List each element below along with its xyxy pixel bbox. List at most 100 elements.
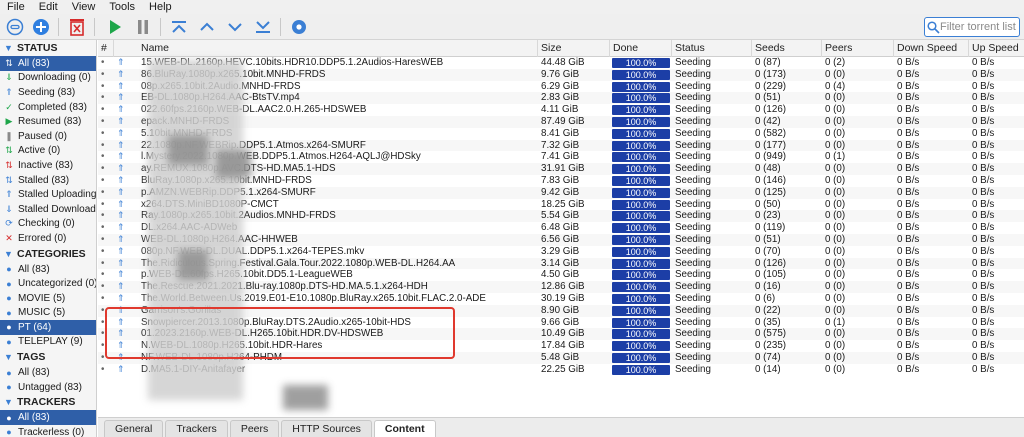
move-down-button[interactable]: [224, 17, 246, 37]
downloading-icon: ⇓: [5, 72, 13, 83]
sidebar-item-label: MOVIE (5): [18, 292, 66, 304]
col-status[interactable]: Status: [672, 40, 752, 57]
sidebar-category-item-5[interactable]: ● TELEPLAY (9): [0, 335, 96, 350]
sidebar-category-item-1[interactable]: ● Uncategorized (0): [0, 276, 96, 291]
completed-icon: ✓: [5, 101, 13, 112]
torrent-seeds: 0 (177): [755, 139, 787, 151]
sidebar-status-item-10[interactable]: ⇓ Stalled Download: [0, 202, 96, 217]
col-up-speed[interactable]: Up Speed: [969, 40, 1024, 57]
sidebar-category-item-3[interactable]: ● MUSIC (5): [0, 306, 96, 321]
progress-bar: 100.0%: [610, 151, 672, 163]
sidebar-status-item-8[interactable]: ⇅ Stalled (83): [0, 173, 96, 188]
torrent-up-speed: 0 B/s: [972, 92, 995, 104]
sidebar-status-item-3[interactable]: ✓ Completed (83): [0, 100, 96, 115]
torrent-down-speed: 0 B/s: [897, 281, 920, 293]
toolbar: [0, 14, 1024, 40]
torrent-down-speed: 0 B/s: [897, 293, 920, 304]
seeding-icon: ⇑: [117, 316, 125, 327]
move-up-button[interactable]: [196, 17, 218, 37]
categories-header[interactable]: ▼ CATEGORIES: [0, 246, 96, 262]
menu-file[interactable]: File: [0, 0, 32, 14]
row-index-dot: •: [101, 175, 105, 186]
col-peers[interactable]: Peers: [822, 40, 894, 57]
torrent-size: 18.25 GiB: [541, 198, 585, 210]
sidebar-category-item-2[interactable]: ● MOVIE (5): [0, 291, 96, 306]
menu-view[interactable]: View: [65, 0, 103, 14]
sidebar-category-item-0[interactable]: ● All (83): [0, 262, 96, 277]
torrent-up-speed: 0 B/s: [972, 116, 995, 127]
sidebar-tracker-item-0[interactable]: ● All (83): [0, 410, 96, 426]
sidebar-status-item-9[interactable]: ⇑ Stalled Uploading: [0, 187, 96, 202]
menu-edit[interactable]: Edit: [32, 0, 65, 14]
sidebar-status-item-4[interactable]: ▶ Resumed (83): [0, 114, 96, 129]
sidebar-item-label: Errored (0): [18, 232, 67, 244]
col-done[interactable]: Done: [610, 40, 672, 57]
col-down-speed[interactable]: Down Speed: [894, 40, 969, 57]
progress-bar: 100.0%: [610, 199, 672, 211]
trackers-header[interactable]: ▼ TRACKERS: [0, 394, 96, 410]
tab-general[interactable]: General: [104, 420, 164, 437]
torrent-size: 2.83 GiB: [541, 92, 580, 104]
torrent-up-speed: 0 B/s: [972, 175, 995, 186]
sidebar-status-item-2[interactable]: ⇑ Seeding (83): [0, 85, 96, 100]
move-bottom-button[interactable]: [252, 17, 274, 37]
torrent-peers: 0 (0): [825, 245, 846, 257]
add-link-button[interactable]: [4, 17, 26, 37]
tab-peers[interactable]: Peers: [229, 420, 280, 437]
progress-label: 100.0%: [612, 128, 670, 139]
sidebar-tag-item-0[interactable]: ● All (83): [0, 365, 96, 380]
torrent-size: 8.90 GiB: [541, 304, 580, 316]
delete-button[interactable]: [66, 17, 88, 37]
sidebar-status-item-7[interactable]: ⇅ Inactive (83): [0, 158, 96, 173]
progress-bar: 100.0%: [610, 187, 672, 199]
col-size[interactable]: Size: [538, 40, 610, 57]
add-torrent-button[interactable]: [30, 17, 52, 37]
stalled-uploading-icon: ⇑: [5, 189, 13, 200]
pause-button[interactable]: [132, 17, 154, 37]
menu-tools[interactable]: Tools: [102, 0, 142, 14]
tab-content[interactable]: Content: [373, 420, 436, 437]
col-seeds[interactable]: Seeds: [752, 40, 822, 57]
status-header[interactable]: ▼ STATUS: [0, 40, 96, 56]
progress-bar: 100.0%: [610, 281, 672, 293]
sidebar-tag-item-1[interactable]: ● Untagged (83): [0, 380, 96, 395]
torrent-status: Seeding: [675, 175, 711, 186]
tab-trackers[interactable]: Trackers: [165, 420, 228, 437]
tracker-icon: ●: [6, 427, 12, 437]
sidebar-item-label: Trackerless (0): [18, 426, 85, 437]
row-index-dot: •: [101, 245, 105, 257]
menu-help[interactable]: Help: [142, 0, 179, 14]
col-name[interactable]: Name: [114, 40, 538, 57]
stalled-downloading-icon: ⇓: [5, 203, 13, 214]
sidebar-status-item-5[interactable]: ❚ Paused (0): [0, 129, 96, 144]
torrent-peers: 0 (0): [825, 257, 846, 269]
sidebar-item-label: MUSIC (5): [18, 307, 66, 319]
table-header: # Name Size Done Status Seeds Peers Down…: [98, 40, 1024, 57]
filter-input[interactable]: [940, 21, 1016, 33]
sidebar-tracker-item-1[interactable]: ● Trackerless (0): [0, 425, 96, 437]
sidebar-status-item-1[interactable]: ⇓ Downloading (0): [0, 71, 96, 86]
seeding-icon: ⇑: [117, 198, 125, 209]
chevron-up-icon: [200, 22, 214, 31]
sidebar-item-label: All (83): [18, 57, 50, 69]
progress-label: 100.0%: [612, 117, 670, 127]
tab-http-sources[interactable]: HTTP Sources: [281, 420, 372, 437]
sidebar-status-item-11[interactable]: ⟳ Checking (0): [0, 217, 96, 232]
sidebar-category-item-4[interactable]: ● PT (64): [0, 320, 96, 335]
progress-label: 100.0%: [612, 58, 670, 68]
sidebar-status-item-12[interactable]: ✕ Errored (0): [0, 231, 96, 246]
row-index-dot: •: [101, 127, 105, 139]
torrent-up-speed: 0 B/s: [972, 57, 995, 68]
sidebar-status-item-0[interactable]: ⇅ All (83): [0, 56, 96, 71]
options-button[interactable]: [288, 17, 310, 37]
col-index[interactable]: #: [98, 40, 114, 57]
link-icon: [6, 18, 24, 36]
torrent-up-speed: 0 B/s: [972, 281, 995, 293]
resume-button[interactable]: [104, 17, 126, 37]
progress-label: 100.0%: [612, 164, 670, 175]
torrent-size: 6.29 GiB: [541, 80, 580, 92]
tags-header[interactable]: ▼ TAGS: [0, 349, 96, 365]
move-top-button[interactable]: [168, 17, 190, 37]
sidebar-item-label: Untagged (83): [18, 381, 82, 393]
sidebar-status-item-6[interactable]: ⇅ Active (0): [0, 144, 96, 159]
